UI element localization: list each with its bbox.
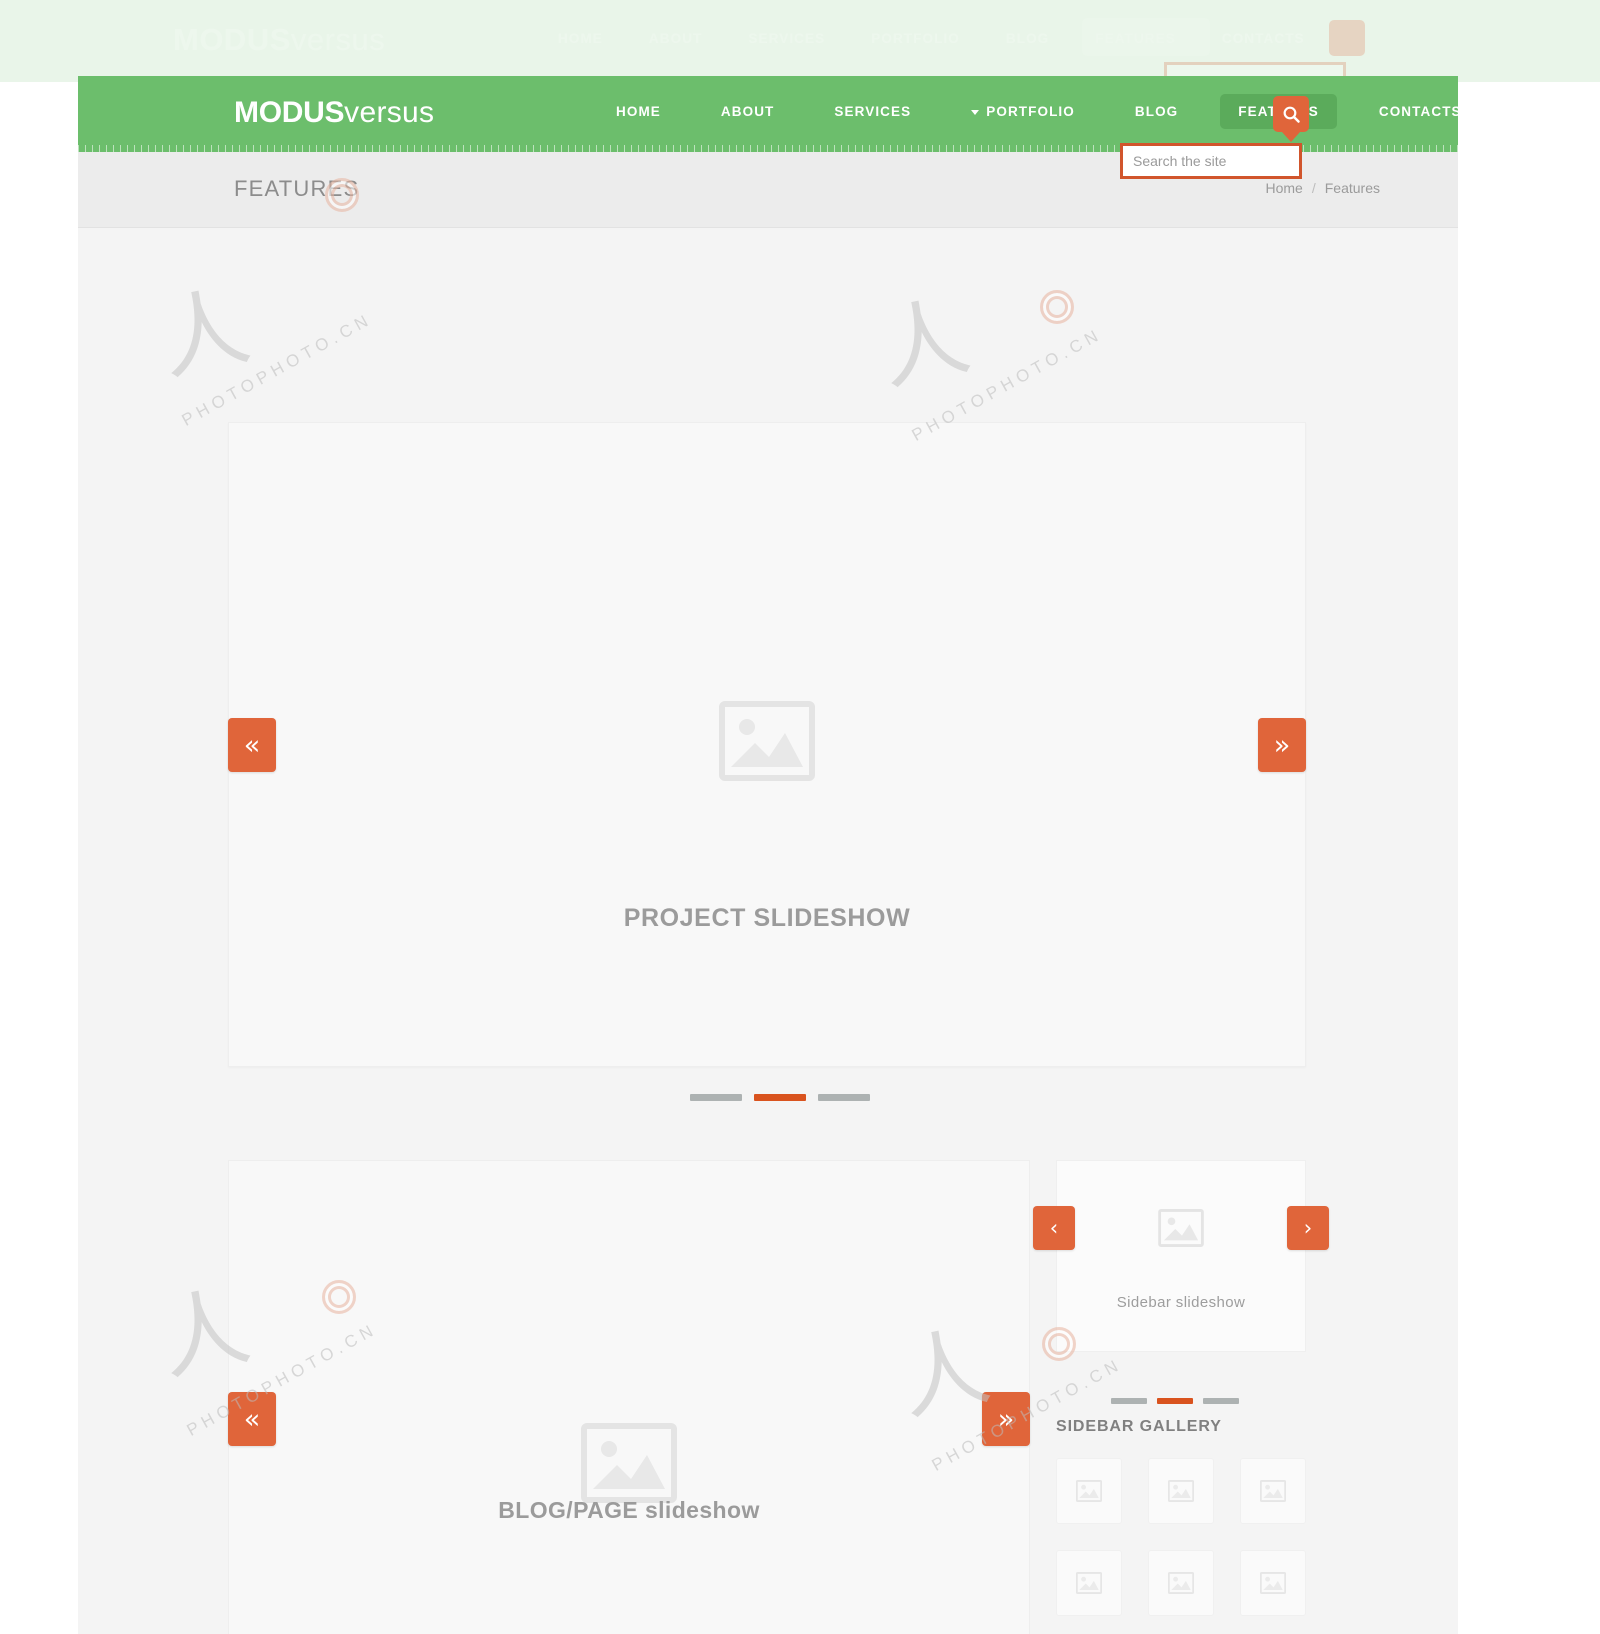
nav-item-services-label: SERVICES xyxy=(834,103,912,119)
ghost-nav-item-blog: BLOG xyxy=(1005,31,1050,46)
nav-item-about-label: ABOUT xyxy=(720,103,775,119)
gallery-thumb-6[interactable] xyxy=(1240,1550,1306,1616)
image-placeholder-icon xyxy=(1260,1480,1286,1502)
blog-slideshow-prev-button[interactable]: « xyxy=(228,1392,276,1446)
project-slideshow: PROJECT SLIDESHOW xyxy=(228,422,1306,1067)
nav-item-portfolio[interactable]: PORTFOLIO xyxy=(953,94,1093,129)
sidebar-slideshow-dot-3[interactable] xyxy=(1203,1398,1239,1404)
image-placeholder-icon xyxy=(719,701,815,781)
ghost-search-icon xyxy=(1329,20,1365,56)
breadcrumb-home-link[interactable]: Home xyxy=(1266,180,1303,196)
chevron-right-icon: › xyxy=(1303,1215,1313,1240)
ghost-nav-active-pill xyxy=(1082,18,1210,56)
gallery-thumb-2[interactable] xyxy=(1148,1458,1214,1524)
nav-item-home[interactable]: HOME xyxy=(598,94,679,129)
nav-item-portfolio-label: PORTFOLIO xyxy=(986,103,1075,119)
blog-page-slideshow: BLOG/PAGE slideshow xyxy=(228,1160,1030,1634)
sidebar-gallery-grid xyxy=(1056,1458,1306,1616)
sidebar-slideshow-dot-1[interactable] xyxy=(1111,1398,1147,1404)
image-placeholder-icon xyxy=(581,1423,677,1503)
project-slideshow-pagination xyxy=(690,1094,870,1101)
chevron-left-icon: ‹ xyxy=(1049,1215,1059,1240)
logo-bold-text: MODUS xyxy=(234,96,345,129)
page-title: FEATURES xyxy=(234,176,360,201)
ghost-header-inner: MODUSversus HOME ABOUT SERVICES PORTFOLI… xyxy=(78,0,1458,98)
ghost-logo-light: versus xyxy=(290,22,386,57)
ghost-nav-item-about: ABOUT xyxy=(648,31,703,46)
ghost-nav-item-services: SERVICES xyxy=(748,31,826,46)
nav-item-contacts[interactable]: CONTACTS xyxy=(1361,94,1458,129)
breadcrumb: Home / Features xyxy=(1266,180,1381,196)
ghost-logo: MODUSversus xyxy=(173,22,385,58)
double-chevron-left-icon: « xyxy=(243,1403,261,1435)
project-slideshow-dot-2[interactable] xyxy=(754,1094,806,1101)
project-slideshow-prev-button[interactable]: « xyxy=(228,718,276,772)
search-icon xyxy=(1283,106,1300,123)
ghost-header-band: MODUSversus HOME ABOUT SERVICES PORTFOLI… xyxy=(0,0,1600,98)
gallery-thumb-1[interactable] xyxy=(1056,1458,1122,1524)
double-chevron-right-icon: » xyxy=(1273,729,1291,761)
project-slideshow-dot-3[interactable] xyxy=(818,1094,870,1101)
sidebar-slideshow-caption: Sidebar slideshow xyxy=(1116,1294,1246,1311)
sidebar-gallery-heading: SIDEBAR GALLERY xyxy=(1056,1418,1222,1435)
double-chevron-left-icon: « xyxy=(243,729,261,761)
double-chevron-right-icon: » xyxy=(997,1403,1015,1435)
breadcrumb-current: Features xyxy=(1324,180,1380,196)
sidebar-slideshow-prev-button[interactable]: ‹ xyxy=(1033,1206,1075,1250)
image-placeholder-icon xyxy=(1076,1572,1102,1594)
logo-light-text: versus xyxy=(344,96,435,129)
gallery-thumb-5[interactable] xyxy=(1148,1550,1214,1616)
search-toggle-button[interactable] xyxy=(1273,96,1309,132)
image-placeholder-icon xyxy=(1076,1480,1102,1502)
search-input[interactable] xyxy=(1120,143,1302,179)
nav-item-about[interactable]: ABOUT xyxy=(703,94,793,129)
nav-item-blog-label: BLOG xyxy=(1134,103,1179,119)
image-placeholder-icon xyxy=(1260,1572,1286,1594)
sidebar-slideshow-dot-2[interactable] xyxy=(1157,1398,1193,1404)
nav-item-blog[interactable]: BLOG xyxy=(1117,94,1196,129)
breadcrumb-separator: / xyxy=(1311,180,1316,196)
sidebar-slideshow: Sidebar slideshow xyxy=(1056,1160,1306,1352)
project-slideshow-dot-1[interactable] xyxy=(690,1094,742,1101)
nav-item-home-label: HOME xyxy=(616,103,661,119)
site-header: MODUSversus HOME ABOUT SERVICES PORTFOLI… xyxy=(78,76,1458,152)
main-navigation: HOME ABOUT SERVICES PORTFOLIO BLOG FEATU… xyxy=(598,76,1458,146)
ghost-nav-item-contacts: CONTACTS xyxy=(1221,31,1305,46)
ghost-nav-item-home: HOME xyxy=(558,31,603,46)
blog-slideshow-next-button[interactable]: » xyxy=(982,1392,1030,1446)
gallery-thumb-3[interactable] xyxy=(1240,1458,1306,1524)
nav-item-contacts-label: CONTACTS xyxy=(1378,103,1458,119)
ghost-logo-bold: MODUS xyxy=(173,22,291,57)
image-placeholder-icon xyxy=(1158,1209,1204,1247)
image-placeholder-icon xyxy=(1168,1480,1194,1502)
blog-page-slideshow-caption: BLOG/PAGE slideshow xyxy=(498,1497,760,1523)
site-logo[interactable]: MODUSversus xyxy=(234,98,434,128)
site-page: MODUSversus HOME ABOUT SERVICES PORTFOLI… xyxy=(78,76,1458,1634)
sidebar-slideshow-next-button[interactable]: › xyxy=(1287,1206,1329,1250)
ghost-nav-item-portfolio: PORTFOLIO xyxy=(871,31,960,46)
nav-item-services[interactable]: SERVICES xyxy=(816,94,929,129)
project-slideshow-next-button[interactable]: » xyxy=(1258,718,1306,772)
sidebar: Sidebar slideshow ‹ › SIDEBAR GALLERY xyxy=(1033,1160,1329,1616)
image-placeholder-icon xyxy=(1168,1572,1194,1594)
sidebar-slideshow-pagination xyxy=(1111,1398,1239,1404)
gallery-thumb-4[interactable] xyxy=(1056,1550,1122,1616)
chevron-down-icon xyxy=(971,109,980,115)
project-slideshow-caption: PROJECT SLIDESHOW xyxy=(623,904,911,932)
